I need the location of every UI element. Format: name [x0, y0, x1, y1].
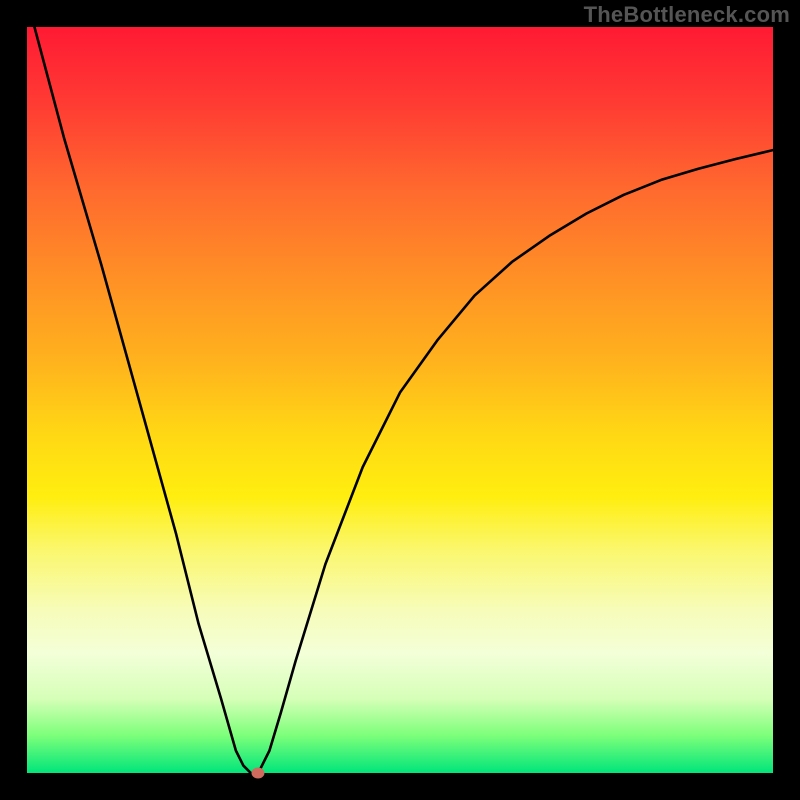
- plot-outer: [27, 27, 773, 773]
- min-point-marker: [251, 768, 264, 779]
- watermark-text: TheBottleneck.com: [584, 2, 790, 28]
- chart-frame: TheBottleneck.com: [0, 0, 800, 800]
- plot-gradient-background: [27, 27, 773, 773]
